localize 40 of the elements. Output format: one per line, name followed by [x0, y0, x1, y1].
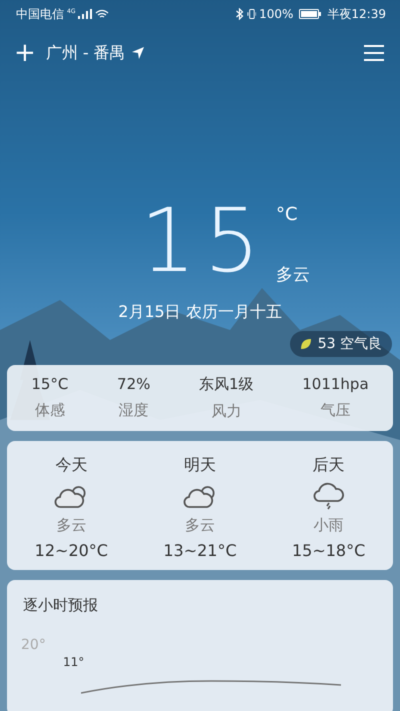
detail-label: 气压 [320, 401, 350, 420]
carrier-name: 中国电信 [16, 6, 64, 22]
location-arrow-icon [132, 47, 144, 59]
battery-icon [299, 9, 322, 19]
detail-label: 风力 [211, 402, 242, 421]
temperature-range: 13~21°C [163, 541, 237, 560]
temperature-range: 15~18°C [292, 541, 366, 560]
axis-label: 20° [21, 637, 46, 653]
temperature-point-label: 11° [63, 655, 84, 669]
add-city-button[interactable]: + [10, 40, 40, 66]
signal-icon [78, 9, 92, 19]
forecast-condition: 多云 [184, 516, 215, 535]
leaf-icon [300, 338, 312, 350]
forecast-day: 明天 [184, 455, 216, 476]
bluetooth-icon [235, 8, 244, 20]
forecast-day: 今天 [55, 455, 88, 476]
detail-label: 体感 [34, 401, 65, 420]
current-temperature: 15 [140, 196, 268, 286]
air-quality-text: 53 空气良 [318, 335, 382, 353]
detail-label: 湿度 [118, 401, 149, 420]
detail-value: 东风1级 [199, 375, 254, 394]
wifi-icon [95, 9, 110, 19]
temperature-range: 12~20°C [34, 541, 108, 560]
vibrate-icon [247, 8, 256, 20]
rain-cloud-icon [312, 482, 346, 510]
detail-value: 72% [117, 375, 150, 393]
air-quality-badge[interactable]: 53 空气良 [290, 331, 392, 357]
date-text: 2月15日 农历一月十五 [117, 302, 283, 323]
clock-time: 半夜12:39 [327, 6, 386, 22]
hourly-title: 逐小时预报 [23, 596, 99, 615]
detail-value: 1011hpa [302, 375, 369, 393]
city-name[interactable]: 广州 - 番禺 [46, 42, 126, 64]
battery-percent: 100% [259, 7, 294, 21]
forecast-condition: 多云 [56, 516, 86, 535]
forecast-condition: 小雨 [314, 516, 344, 535]
menu-icon[interactable] [364, 45, 384, 61]
detail-value: 15°C [31, 375, 68, 393]
forecast-day: 后天 [312, 455, 345, 476]
temperature-unit: °C [276, 204, 299, 225]
current-condition: 多云 [276, 264, 310, 286]
